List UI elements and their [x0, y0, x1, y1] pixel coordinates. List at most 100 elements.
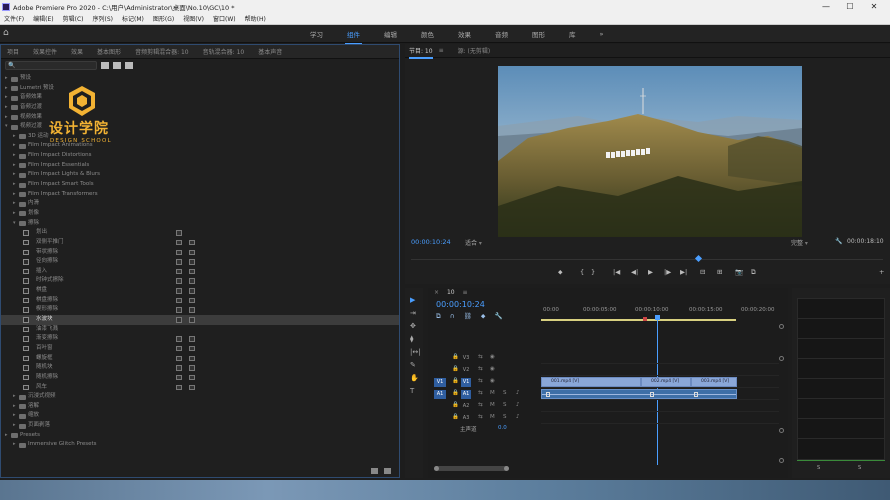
workspace-tab[interactable]: 库: [569, 29, 576, 39]
effect-item[interactable]: 随机擦除: [1, 373, 399, 383]
workspace-tab[interactable]: 音频: [495, 29, 508, 39]
track-name[interactable]: A1: [461, 390, 471, 399]
add-button-icon[interactable]: +: [879, 268, 884, 276]
menu-window[interactable]: 窗口(W): [213, 14, 236, 23]
new-bin-icon[interactable]: [371, 468, 378, 474]
selection-tool-icon[interactable]: ▶: [410, 296, 415, 304]
master-volume-value[interactable]: 0.0: [498, 425, 507, 431]
menu-edit[interactable]: 编辑(E): [33, 14, 53, 23]
go-to-out-icon[interactable]: ▶|: [680, 268, 687, 276]
sync-lock-icon[interactable]: ⇆: [478, 378, 483, 384]
menu-graphics[interactable]: 图形(G): [153, 14, 174, 23]
lock-icon[interactable]: 🔒: [452, 378, 459, 384]
effects-folder[interactable]: ▸ Immersive Glitch Presets: [1, 440, 399, 450]
workspace-tab[interactable]: 颜色: [421, 29, 434, 39]
solo-icon[interactable]: S: [503, 390, 507, 396]
razor-tool-icon[interactable]: ⧫: [410, 335, 413, 343]
effects-folder[interactable]: ▸ 页面剥落: [1, 421, 399, 431]
timeline-vertical-scroll[interactable]: [779, 324, 784, 464]
audio-clip[interactable]: [541, 389, 737, 399]
effect-item[interactable]: 时钟式擦除: [1, 276, 399, 286]
lift-icon[interactable]: ⊟: [700, 268, 705, 276]
microphone-icon[interactable]: ♪: [516, 402, 520, 408]
add-marker-icon[interactable]: ⬥: [481, 312, 486, 320]
effect-item[interactable]: 百叶窗: [1, 344, 399, 354]
accelerated-effects-icon[interactable]: [101, 62, 109, 69]
track-lane[interactable]: [541, 352, 779, 364]
track-name[interactable]: A3: [461, 414, 471, 423]
mark-in-icon[interactable]: {: [580, 268, 584, 276]
track-lane[interactable]: [541, 388, 779, 400]
program-timecode[interactable]: 00:00:10:24: [411, 238, 451, 246]
snap-magnet-icon[interactable]: ∩: [450, 312, 455, 320]
effect-item[interactable]: 油漆飞溅: [1, 325, 399, 335]
lock-icon[interactable]: 🔒: [452, 414, 459, 420]
lock-icon[interactable]: 🔒: [452, 402, 459, 408]
keyframe-icon[interactable]: [546, 392, 550, 397]
eye-icon[interactable]: ◉: [490, 378, 495, 384]
menu-marker[interactable]: 标记(M): [122, 14, 144, 23]
delete-icon[interactable]: [384, 468, 391, 474]
workspace-tab[interactable]: »: [600, 30, 604, 38]
panel-menu-icon[interactable]: ≡: [439, 47, 444, 54]
effect-item[interactable]: 径向擦除: [1, 257, 399, 267]
effects-folder[interactable]: ▸ 溶解: [1, 402, 399, 412]
hand-tool-icon[interactable]: ✋: [410, 374, 419, 382]
workspace-tab[interactable]: 编辑: [384, 29, 397, 39]
effects-folder[interactable]: ▸ Film Impact Distortions: [1, 151, 399, 161]
effects-folder[interactable]: ▸ Film Impact Smart Tools: [1, 180, 399, 190]
program-scrubber[interactable]: [411, 254, 883, 263]
effect-item[interactable]: 棋盘擦除: [1, 296, 399, 306]
effect-item[interactable]: 带状擦除: [1, 248, 399, 258]
linked-selection-icon[interactable]: ⛓: [464, 312, 472, 320]
work-area-bar[interactable]: [541, 319, 736, 321]
video-clip[interactable]: 002.mp4 [V]: [641, 377, 691, 387]
effects-folder[interactable]: ▸ 沉浸式视频: [1, 392, 399, 402]
export-frame-icon[interactable]: 📷: [735, 268, 743, 276]
timeline-timecode[interactable]: 00:00:10:24: [436, 300, 485, 309]
effects-folder[interactable]: ▸ 内滑: [1, 199, 399, 209]
workspace-tab[interactable]: 组件: [345, 29, 362, 45]
program-playhead[interactable]: [694, 254, 702, 263]
step-forward-icon[interactable]: |▶: [664, 268, 671, 276]
effect-item[interactable]: 水波块: [1, 315, 399, 325]
source-patch[interactable]: A1: [434, 390, 446, 399]
workspace-tab[interactable]: 效果: [458, 29, 471, 39]
32bit-effects-icon[interactable]: [113, 62, 121, 69]
sync-lock-icon[interactable]: ⇆: [478, 402, 483, 408]
solo-icon[interactable]: S: [503, 414, 507, 420]
mark-out-icon[interactable]: }: [591, 268, 595, 276]
effects-folder[interactable]: ▸ 缩放: [1, 411, 399, 421]
tab-program[interactable]: 节目: 10: [409, 46, 433, 59]
sync-lock-icon[interactable]: ⇆: [478, 390, 483, 396]
close-button[interactable]: ✕: [862, 0, 886, 13]
effect-item[interactable]: 风车: [1, 383, 399, 393]
video-clip[interactable]: 003.mp4 [V]: [691, 377, 737, 387]
settings-wrench-icon[interactable]: 🔧: [835, 238, 842, 245]
track-lane[interactable]: [541, 412, 779, 424]
microphone-icon[interactable]: ♪: [516, 414, 520, 420]
play-icon[interactable]: ▶: [648, 268, 653, 276]
workspace-tab[interactable]: 图形: [532, 29, 545, 39]
panel-tab[interactable]: 项目: [7, 47, 19, 56]
menu-view[interactable]: 视图(V): [183, 14, 204, 23]
time-ruler[interactable]: 00:00 00:00:05:00 00:00:10:00 00:00:15:0…: [541, 305, 777, 323]
track-name[interactable]: V3: [461, 354, 471, 363]
panel-tab[interactable]: 音频剪辑混合器: 10: [135, 47, 189, 56]
extract-icon[interactable]: ⊞: [717, 268, 722, 276]
panel-tab[interactable]: 效果控件: [33, 47, 57, 56]
yuv-effects-icon[interactable]: [125, 62, 133, 69]
panel-tab[interactable]: 基本声音: [258, 47, 282, 56]
panel-tab[interactable]: 基本图形: [97, 47, 121, 56]
effect-item[interactable]: 双侧平推门: [1, 238, 399, 248]
track-lane[interactable]: [541, 364, 779, 376]
menu-sequence[interactable]: 序列(S): [93, 14, 114, 23]
sync-lock-icon[interactable]: ⇆: [478, 366, 483, 372]
eye-icon[interactable]: ◉: [490, 366, 495, 372]
mute-icon[interactable]: M: [490, 390, 495, 396]
effects-folder[interactable]: ▸ Film Impact Transformers: [1, 190, 399, 200]
effects-folder[interactable]: ▾ 擦除: [1, 219, 399, 229]
meter-solo-label[interactable]: S: [858, 465, 861, 471]
solo-icon[interactable]: S: [503, 402, 507, 408]
minimize-button[interactable]: —: [814, 0, 838, 13]
